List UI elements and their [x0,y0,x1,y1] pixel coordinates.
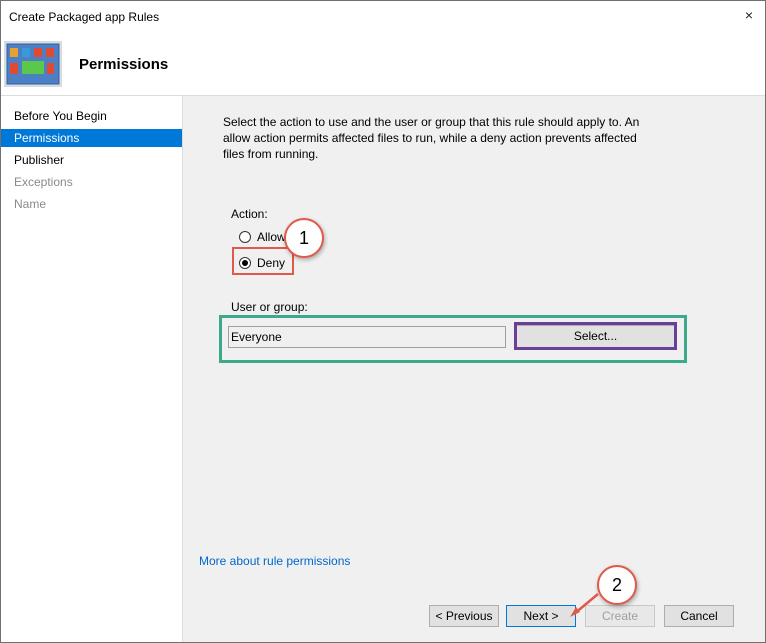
cancel-button[interactable]: Cancel [664,605,734,627]
user-group-highlight-box [219,315,687,363]
callout-step-2: 2 [597,565,637,605]
sidebar-item-publisher[interactable]: Publisher [1,151,182,169]
sidebar-item-permissions[interactable]: Permissions [1,129,182,147]
main-content: Select the action to use and the user or… [183,96,765,642]
deny-highlight-box [232,247,294,275]
dialog-window: Create Packaged app Rules × Permissions … [0,0,766,643]
header: Permissions [1,32,765,96]
next-button[interactable]: Next > [506,605,576,627]
allow-label: Allow [257,230,286,244]
wizard-steps-sidebar: Before You Begin Permissions Publisher E… [1,96,183,642]
sidebar-item-exceptions: Exceptions [14,175,73,189]
previous-button[interactable]: < Previous [429,605,499,627]
callout-step-1: 1 [284,218,324,258]
allow-radio-option[interactable]: Allow [239,230,286,244]
window-title: Create Packaged app Rules [9,10,160,24]
app-rules-icon [4,41,62,87]
more-about-rule-permissions-link[interactable]: More about rule permissions [199,554,350,568]
title-bar: Create Packaged app Rules × [1,1,765,32]
user-or-group-label: User or group: [231,300,308,314]
action-label: Action: [231,207,268,221]
allow-radio[interactable] [239,231,251,243]
sidebar-item-name: Name [14,197,47,211]
close-icon[interactable]: × [741,7,757,23]
page-title: Permissions [79,56,169,73]
instructions-text: Select the action to use and the user or… [223,115,640,161]
sidebar-item-before-you-begin[interactable]: Before You Begin [1,107,182,125]
